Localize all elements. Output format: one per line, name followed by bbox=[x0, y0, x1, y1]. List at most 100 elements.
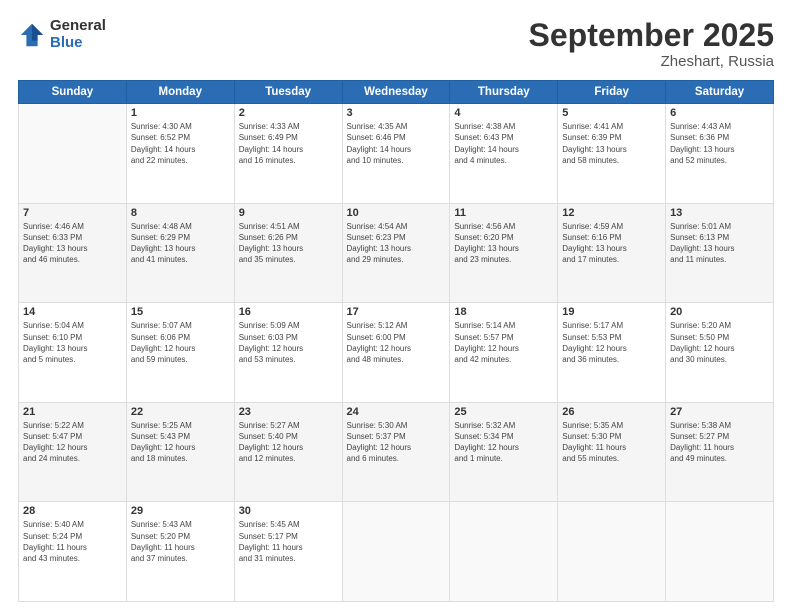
day-info: Sunrise: 4:48 AMSunset: 6:29 PMDaylight:… bbox=[131, 221, 230, 266]
table-row bbox=[558, 502, 666, 602]
table-row bbox=[450, 502, 558, 602]
day-number: 14 bbox=[23, 306, 122, 318]
day-info: Sunrise: 5:35 AMSunset: 5:30 PMDaylight:… bbox=[562, 420, 661, 465]
day-info: Sunrise: 4:46 AMSunset: 6:33 PMDaylight:… bbox=[23, 221, 122, 266]
day-info: Sunrise: 4:35 AMSunset: 6:46 PMDaylight:… bbox=[347, 121, 446, 166]
table-row: 22 Sunrise: 5:25 AMSunset: 5:43 PMDayligh… bbox=[126, 402, 234, 502]
day-number: 24 bbox=[347, 406, 446, 418]
day-info: Sunrise: 5:30 AMSunset: 5:37 PMDaylight:… bbox=[347, 420, 446, 465]
day-number: 3 bbox=[347, 107, 446, 119]
table-row: 4 Sunrise: 4:38 AMSunset: 6:43 PMDaylight… bbox=[450, 104, 558, 204]
table-row: 17Sunrise: 5:12 AMSunset: 6:00 PMDayligh… bbox=[342, 303, 450, 403]
day-number: 22 bbox=[131, 406, 230, 418]
table-row bbox=[19, 104, 127, 204]
table-row: 30Sunrise: 5:45 AMSunset: 5:17 PMDayligh… bbox=[234, 502, 342, 602]
day-info: Sunrise: 4:41 AMSunset: 6:39 PMDaylight:… bbox=[562, 121, 661, 166]
logo: General Blue bbox=[18, 18, 106, 51]
table-row: 29 Sunrise: 5:43 AMSunset: 5:20 PMDayligh… bbox=[126, 502, 234, 602]
table-row bbox=[342, 502, 450, 602]
table-row: 1Sunrise: 4:30 AMSunset: 6:52 PMDaylight… bbox=[126, 104, 234, 204]
day-info: Sunrise: 5:27 AMSunset: 5:40 PMDaylight:… bbox=[239, 420, 338, 465]
day-info: Sunrise: 4:38 AMSunset: 6:43 PMDaylight:… bbox=[454, 121, 553, 166]
table-row: 7 Sunrise: 4:46 AMSunset: 6:33 PMDaylight… bbox=[19, 203, 127, 303]
calendar-table: Sunday Monday Tuesday Wednesday Thursday… bbox=[18, 80, 774, 602]
day-info: Sunrise: 5:17 AMSunset: 5:53 PMDaylight:… bbox=[562, 320, 661, 365]
calendar-week-row: 1Sunrise: 4:30 AMSunset: 6:52 PMDaylight… bbox=[19, 104, 774, 204]
day-number: 27 bbox=[670, 406, 769, 418]
day-number: 30 bbox=[239, 505, 338, 517]
col-tuesday: Tuesday bbox=[234, 81, 342, 104]
calendar-week-row: 28 Sunrise: 5:40 AMSunset: 5:24 PMDayligh… bbox=[19, 502, 774, 602]
day-info: Sunrise: 5:22 AMSunset: 5:47 PMDaylight:… bbox=[23, 420, 122, 465]
table-row: 25 Sunrise: 5:32 AMSunset: 5:34 PMDayligh… bbox=[450, 402, 558, 502]
day-number: 25 bbox=[454, 406, 553, 418]
day-number: 2 bbox=[239, 107, 338, 119]
col-sunday: Sunday bbox=[19, 81, 127, 104]
day-info: Sunrise: 5:14 AMSunset: 5:57 PMDaylight:… bbox=[454, 320, 553, 365]
table-row: 24 Sunrise: 5:30 AMSunset: 5:37 PMDayligh… bbox=[342, 402, 450, 502]
table-row: 13Sunrise: 5:01 AMSunset: 6:13 PMDayligh… bbox=[666, 203, 774, 303]
logo-general: General bbox=[50, 18, 106, 35]
day-info: Sunrise: 5:25 AMSunset: 5:43 PMDaylight:… bbox=[131, 420, 230, 465]
day-number: 28 bbox=[23, 505, 122, 517]
day-number: 13 bbox=[670, 207, 769, 219]
table-row: 18 Sunrise: 5:14 AMSunset: 5:57 PMDayligh… bbox=[450, 303, 558, 403]
day-info: Sunrise: 5:12 AMSunset: 6:00 PMDaylight:… bbox=[347, 320, 446, 365]
logo-text: General Blue bbox=[50, 18, 106, 51]
day-number: 26 bbox=[562, 406, 661, 418]
day-info: Sunrise: 4:54 AMSunset: 6:23 PMDaylight:… bbox=[347, 221, 446, 266]
calendar-week-row: 14Sunrise: 5:04 AMSunset: 6:10 PMDayligh… bbox=[19, 303, 774, 403]
table-row: 19 Sunrise: 5:17 AMSunset: 5:53 PMDayligh… bbox=[558, 303, 666, 403]
day-info: Sunrise: 5:20 AMSunset: 5:50 PMDaylight:… bbox=[670, 320, 769, 365]
day-number: 12 bbox=[562, 207, 661, 219]
table-row: 12Sunrise: 4:59 AMSunset: 6:16 PMDayligh… bbox=[558, 203, 666, 303]
table-row: 8 Sunrise: 4:48 AMSunset: 6:29 PMDaylight… bbox=[126, 203, 234, 303]
day-number: 21 bbox=[23, 406, 122, 418]
table-row: 23 Sunrise: 5:27 AMSunset: 5:40 PMDayligh… bbox=[234, 402, 342, 502]
day-info: Sunrise: 5:09 AMSunset: 6:03 PMDaylight:… bbox=[239, 320, 338, 365]
day-number: 8 bbox=[131, 207, 230, 219]
title-block: September 2025 Zheshart, Russia bbox=[529, 18, 774, 70]
table-row: 15 Sunrise: 5:07 AMSunset: 6:06 PMDayligh… bbox=[126, 303, 234, 403]
day-number: 23 bbox=[239, 406, 338, 418]
page: General Blue September 2025 Zheshart, Ru… bbox=[0, 0, 792, 612]
table-row: 27 Sunrise: 5:38 AMSunset: 5:27 PMDayligh… bbox=[666, 402, 774, 502]
day-info: Sunrise: 4:30 AMSunset: 6:52 PMDaylight:… bbox=[131, 121, 230, 166]
day-info: Sunrise: 5:32 AMSunset: 5:34 PMDaylight:… bbox=[454, 420, 553, 465]
day-number: 4 bbox=[454, 107, 553, 119]
table-row: 3 Sunrise: 4:35 AMSunset: 6:46 PMDaylight… bbox=[342, 104, 450, 204]
day-number: 15 bbox=[131, 306, 230, 318]
day-number: 29 bbox=[131, 505, 230, 517]
title-month: September 2025 bbox=[529, 18, 774, 53]
day-info: Sunrise: 5:38 AMSunset: 5:27 PMDaylight:… bbox=[670, 420, 769, 465]
day-number: 7 bbox=[23, 207, 122, 219]
day-number: 9 bbox=[239, 207, 338, 219]
day-info: Sunrise: 4:51 AMSunset: 6:26 PMDaylight:… bbox=[239, 221, 338, 266]
logo-blue: Blue bbox=[50, 35, 106, 52]
day-info: Sunrise: 5:43 AMSunset: 5:20 PMDaylight:… bbox=[131, 519, 230, 564]
table-row: 21 Sunrise: 5:22 AMSunset: 5:47 PMDayligh… bbox=[19, 402, 127, 502]
day-number: 11 bbox=[454, 207, 553, 219]
day-info: Sunrise: 5:07 AMSunset: 6:06 PMDaylight:… bbox=[131, 320, 230, 365]
table-row: 10 Sunrise: 4:54 AMSunset: 6:23 PMDayligh… bbox=[342, 203, 450, 303]
table-row: 11Sunrise: 4:56 AMSunset: 6:20 PMDayligh… bbox=[450, 203, 558, 303]
col-thursday: Thursday bbox=[450, 81, 558, 104]
day-number: 19 bbox=[562, 306, 661, 318]
col-saturday: Saturday bbox=[666, 81, 774, 104]
day-info: Sunrise: 4:33 AMSunset: 6:49 PMDaylight:… bbox=[239, 121, 338, 166]
table-row: 28 Sunrise: 5:40 AMSunset: 5:24 PMDayligh… bbox=[19, 502, 127, 602]
table-row: 14Sunrise: 5:04 AMSunset: 6:10 PMDayligh… bbox=[19, 303, 127, 403]
day-info: Sunrise: 4:43 AMSunset: 6:36 PMDaylight:… bbox=[670, 121, 769, 166]
table-row bbox=[666, 502, 774, 602]
day-info: Sunrise: 5:40 AMSunset: 5:24 PMDaylight:… bbox=[23, 519, 122, 564]
day-number: 16 bbox=[239, 306, 338, 318]
table-row: 16 Sunrise: 5:09 AMSunset: 6:03 PMDayligh… bbox=[234, 303, 342, 403]
table-row: 9 Sunrise: 4:51 AMSunset: 6:26 PMDaylight… bbox=[234, 203, 342, 303]
col-friday: Friday bbox=[558, 81, 666, 104]
table-row: 6Sunrise: 4:43 AMSunset: 6:36 PMDaylight… bbox=[666, 104, 774, 204]
day-number: 18 bbox=[454, 306, 553, 318]
col-monday: Monday bbox=[126, 81, 234, 104]
day-number: 10 bbox=[347, 207, 446, 219]
day-number: 20 bbox=[670, 306, 769, 318]
calendar-header-row: Sunday Monday Tuesday Wednesday Thursday… bbox=[19, 81, 774, 104]
